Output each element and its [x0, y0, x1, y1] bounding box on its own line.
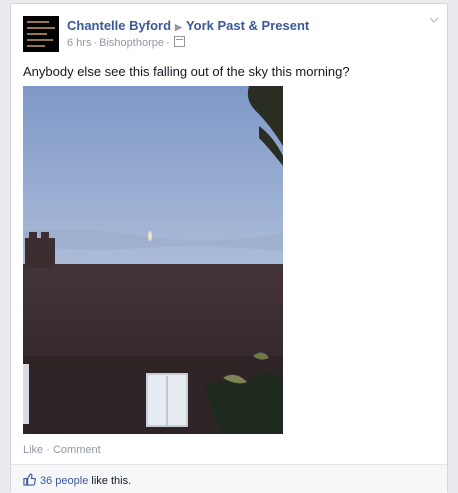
post-timestamp[interactable]: 6 hrs: [67, 37, 91, 49]
calendar-icon[interactable]: [173, 36, 185, 47]
like-link[interactable]: Like: [23, 444, 43, 456]
right-triangle-icon: ▶: [175, 22, 182, 32]
action-separator: ·: [46, 444, 50, 456]
chevron-down-icon[interactable]: [429, 16, 439, 27]
comment-link[interactable]: Comment: [53, 444, 101, 456]
post-card: Chantelle Byford ▶ York Past & Present 6 h…: [10, 3, 448, 493]
post-header: Chantelle Byford ▶ York Past & Present: [67, 18, 309, 33]
post-location[interactable]: Bishopthorpe: [99, 37, 164, 49]
likes-count-link[interactable]: 36 people: [40, 475, 88, 487]
post-meta: 6 hrs · Bishopthorpe ·: [67, 36, 185, 49]
meta-separator: ·: [93, 37, 98, 49]
likes-suffix: like this.: [88, 475, 132, 487]
post-message: Anybody else see this falling out of the…: [23, 64, 350, 79]
likes-footer: 36 people like this.: [11, 464, 447, 493]
author-avatar[interactable]: [23, 16, 59, 52]
thumbs-up-icon[interactable]: [23, 473, 36, 489]
author-name-link[interactable]: Chantelle Byford: [67, 18, 171, 33]
likes-summary: 36 people like this.: [23, 473, 131, 489]
post-actions: Like · Comment: [23, 444, 101, 456]
post-photo[interactable]: [23, 86, 283, 434]
meta-separator: ·: [165, 37, 170, 49]
group-name-link[interactable]: York Past & Present: [186, 18, 309, 33]
